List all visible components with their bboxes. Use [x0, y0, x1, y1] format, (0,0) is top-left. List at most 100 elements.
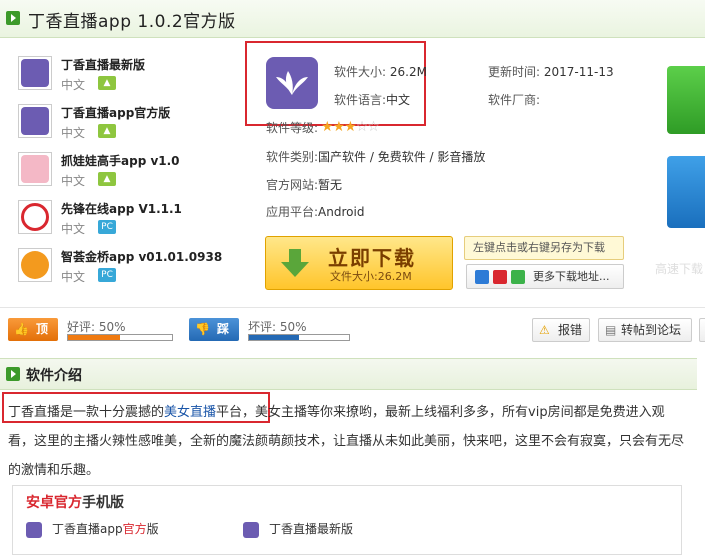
related-item[interactable]: 智荟金桥app v01.01.0938 中文 PC [18, 248, 243, 294]
app-icon [18, 152, 52, 186]
fast-download-label: 高速下载 [655, 262, 704, 276]
warning-icon: ⚠ [539, 323, 550, 337]
lang-value: 中文 [386, 93, 411, 107]
related-item[interactable]: 先锋在线app V1.1.1 中文 PC [18, 200, 243, 246]
mobile-item[interactable]: 丁香直播app官方版 [26, 520, 159, 538]
star-icon: ☆ [355, 119, 369, 135]
partial-button[interactable] [699, 318, 705, 342]
flashget-icon [511, 270, 525, 284]
intro-title: 软件介绍 [26, 368, 82, 384]
more-download-button[interactable]: 更多下载地址... [466, 264, 624, 289]
side-green-button[interactable] [667, 66, 705, 134]
report-error-button[interactable]: ⚠ 报错 [532, 318, 590, 342]
update-value: 2017-11-13 [543, 65, 614, 79]
related-item-lang: 中文 [61, 270, 86, 284]
pc-icon: PC [98, 268, 116, 282]
bad-label: 坏评: [248, 320, 277, 334]
thumb-up-icon: 👍 [14, 322, 29, 336]
intro-description: 丁香直播是一款十分震撼的美女直播平台，美女主播等你来撩哟，最新上线福利多多，所有… [8, 398, 688, 485]
thunder-icon [493, 270, 507, 284]
mobile-item-pre[interactable]: 丁香直播app [52, 522, 123, 536]
ie-icon [475, 270, 489, 284]
bad-percent: 50% [279, 320, 307, 334]
related-item-name[interactable]: 丁香直播最新版 [61, 56, 145, 73]
vendor-label: 软件厂商: [488, 93, 541, 107]
related-item-name[interactable]: 智荟金桥app v01.01.0938 [61, 248, 222, 265]
category-value: 国产软件 / 免费软件 / 影音播放 [318, 150, 486, 164]
flower-icon [276, 71, 308, 95]
mobile-item[interactable]: 丁香直播最新版 [243, 520, 353, 538]
related-item-name[interactable]: 丁香直播app官方版 [61, 104, 170, 121]
desc-text: 丁香直播是一款十分震撼的 [8, 405, 165, 420]
related-item[interactable]: 丁香直播app官方版 中文 ▲ [18, 104, 243, 150]
android-icon: ▲ [98, 76, 116, 90]
title-arrow-icon [6, 11, 20, 25]
bad-rating-fill [249, 335, 299, 340]
rating-stars: ★★★☆☆ [321, 119, 380, 135]
platform-label: 应用平台: [266, 205, 319, 219]
related-item-lang: 中文 [61, 78, 86, 92]
star-icon: ☆ [367, 119, 380, 135]
app-icon [266, 57, 318, 109]
related-item-name[interactable]: 先锋在线app V1.1.1 [61, 200, 182, 217]
related-item-name[interactable]: 抓娃娃高手app v1.0 [61, 152, 180, 169]
desc-link[interactable]: 美女直播 [164, 405, 216, 420]
bad-rating-bar [248, 334, 350, 341]
download-tip: 左键点击或右键另存为下载 [464, 236, 624, 260]
android-icon: ▲ [98, 124, 116, 138]
upvote-label: 顶 [36, 322, 49, 336]
related-item-lang: 中文 [61, 174, 86, 188]
related-item[interactable]: 丁香直播最新版 中文 ▲ [18, 56, 243, 102]
intro-header [0, 358, 697, 390]
pc-icon: PC [98, 220, 116, 234]
share-forum-label: 转帖到论坛 [621, 323, 682, 337]
mobile-item-red[interactable]: 官方 [123, 522, 147, 536]
platform-value: Android [318, 205, 365, 219]
download-label: 立即下载 [328, 246, 416, 270]
download-arrow-icon [281, 249, 309, 277]
category-label: 软件类别: [266, 150, 319, 164]
forum-icon: ▤ [605, 323, 617, 337]
downvote-button[interactable]: 👎 踩 [189, 318, 239, 341]
size-label: 软件大小: [334, 65, 387, 79]
page-title: 丁香直播app 1.0.2官方版 [28, 12, 236, 32]
divider [0, 307, 705, 308]
good-label: 好评: [67, 320, 96, 334]
lang-label: 软件语言: [334, 93, 387, 107]
report-error-label: 报错 [558, 323, 583, 337]
thumb-down-icon: 👎 [195, 322, 210, 336]
size-value: 26.2M [389, 65, 427, 79]
site-label: 官方网站: [266, 178, 319, 192]
mobile-title-rest: 手机版 [82, 495, 124, 511]
mobile-title-red: 安卓官方 [26, 495, 82, 511]
related-item-lang: 中文 [61, 222, 86, 236]
mobile-item-post[interactable]: 版 [147, 522, 159, 536]
download-size: 文件大小:26.2M [330, 270, 412, 283]
star-icon: ★ [332, 119, 346, 135]
upvote-button[interactable]: 👍 顶 [8, 318, 58, 341]
good-rating-fill [68, 335, 120, 340]
app-icon [243, 521, 259, 538]
android-icon: ▲ [98, 172, 116, 186]
app-icon [26, 521, 42, 538]
app-icon [18, 56, 52, 90]
mobile-item-pre[interactable]: 丁香直播最新版 [269, 522, 353, 536]
side-blue-button[interactable] [667, 156, 705, 228]
related-item[interactable]: 抓娃娃高手app v1.0 中文 ▲ [18, 152, 243, 198]
intro-arrow-icon [6, 367, 20, 381]
rating-label: 软件等级: [266, 121, 319, 135]
download-button[interactable]: 立即下载 文件大小:26.2M [265, 236, 453, 290]
good-percent: 50% [98, 320, 126, 334]
star-icon: ★ [321, 119, 334, 135]
good-rating-bar [67, 334, 173, 341]
star-icon: ★ [344, 119, 357, 135]
share-forum-button[interactable]: ▤ 转帖到论坛 [598, 318, 692, 342]
update-label: 更新时间: [488, 65, 541, 79]
related-item-lang: 中文 [61, 126, 86, 140]
app-icon [18, 248, 52, 282]
app-icon [18, 104, 52, 138]
mobile-versions-title: 安卓官方手机版 [26, 492, 124, 512]
app-icon [18, 200, 52, 234]
more-download-label: 更多下载地址... [533, 270, 610, 283]
site-value: 暂无 [318, 178, 343, 192]
